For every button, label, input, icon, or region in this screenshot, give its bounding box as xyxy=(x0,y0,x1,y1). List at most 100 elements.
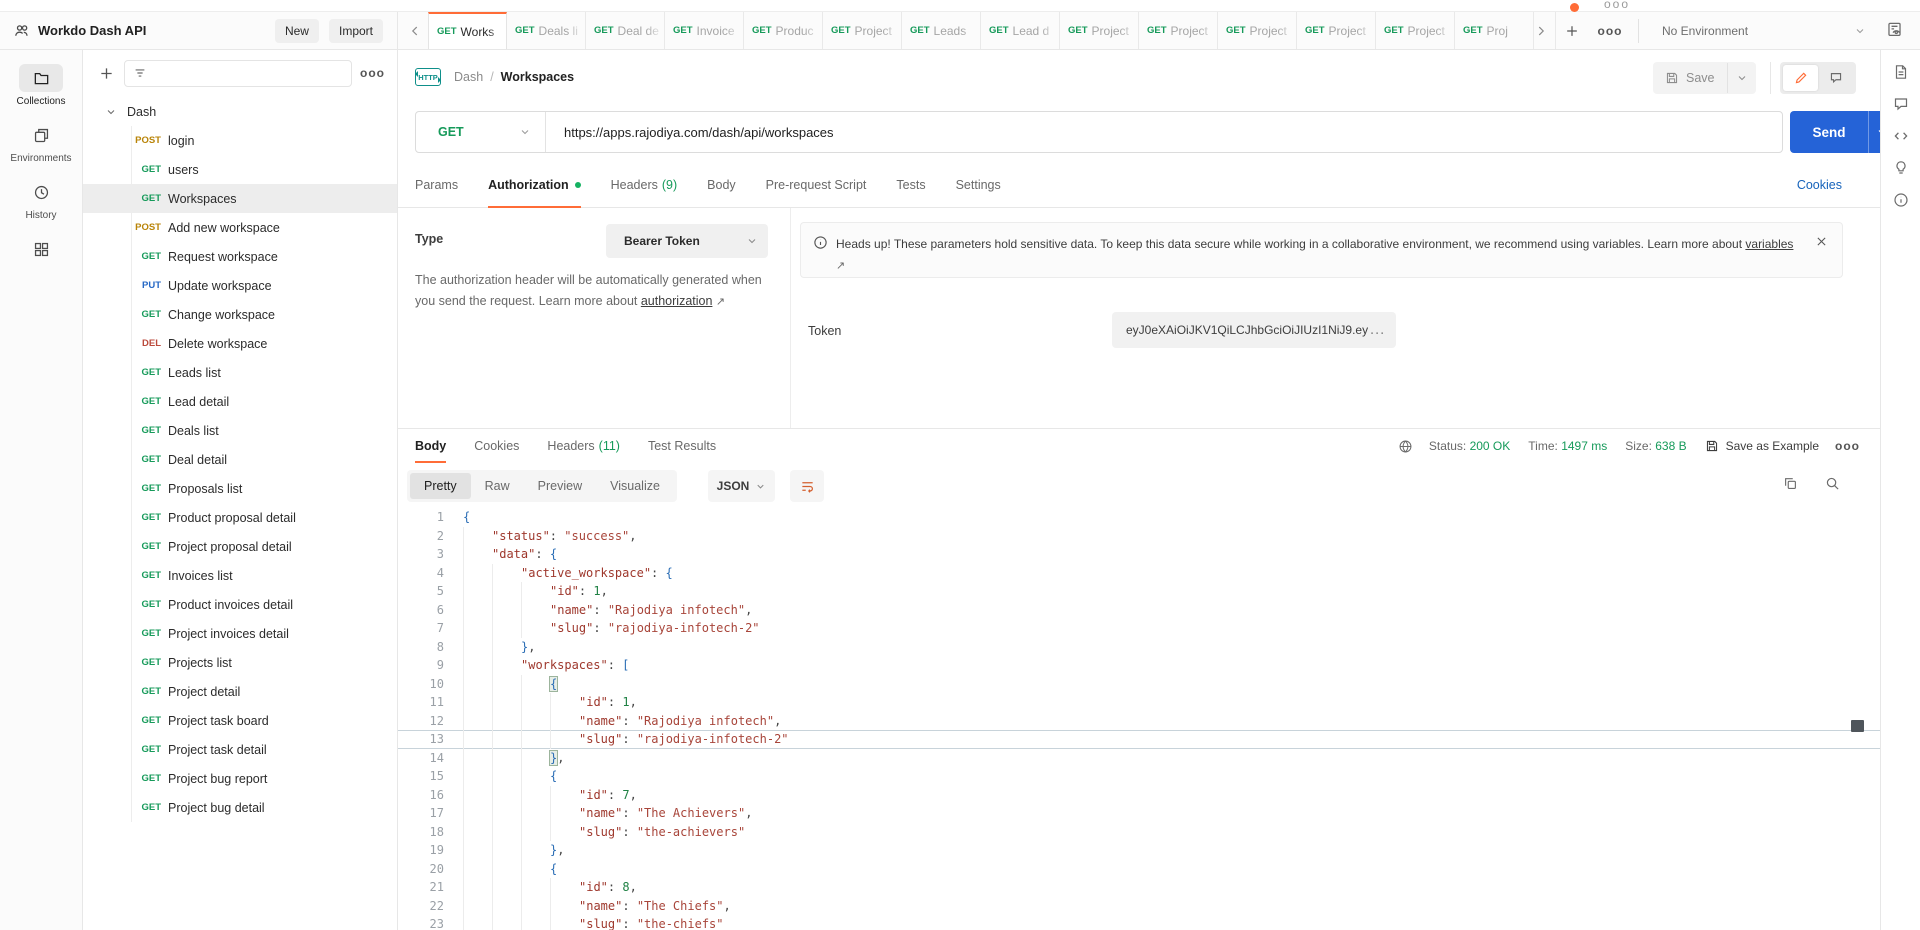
view-mode-pretty[interactable]: Pretty xyxy=(410,473,471,499)
sidebar-request-project-bug-detail[interactable]: GETProject bug detail xyxy=(83,793,397,822)
sidebar-request-update-workspace[interactable]: PUTUpdate workspace xyxy=(83,271,397,300)
view-mode-preview[interactable]: Preview xyxy=(524,473,596,499)
sidebar-request-add-new-workspace[interactable]: POSTAdd new workspace xyxy=(83,213,397,242)
sidebar-request-change-workspace[interactable]: GETChange workspace xyxy=(83,300,397,329)
sidebar-request-project-proposal-detail[interactable]: GETProject proposal detail xyxy=(83,532,397,561)
sidebar-request-project-bug-report[interactable]: GETProject bug report xyxy=(83,764,397,793)
response-tab-body[interactable]: Body xyxy=(415,429,446,463)
open-tab-4[interactable]: GETInvoice xyxy=(665,12,744,49)
comments-button[interactable] xyxy=(1818,65,1853,91)
sidebar-request-leads-list[interactable]: GETLeads list xyxy=(83,358,397,387)
response-tab-headers[interactable]: Headers(11) xyxy=(547,429,620,463)
related-requests-icon[interactable] xyxy=(1893,160,1909,176)
collection-dash[interactable]: Dash xyxy=(83,98,397,126)
view-mode-visualize[interactable]: Visualize xyxy=(596,473,674,499)
request-tab-pre-request-script[interactable]: Pre-request Script xyxy=(766,162,867,207)
cookies-link[interactable]: Cookies xyxy=(1797,178,1842,192)
new-tab-button[interactable] xyxy=(1560,19,1584,43)
open-tab-9[interactable]: GETProject xyxy=(1060,12,1139,49)
variables-link[interactable]: variables xyxy=(1745,237,1793,251)
sidebar-request-project-invoices-detail[interactable]: GETProject invoices detail xyxy=(83,619,397,648)
rail-item-collections[interactable]: Collections xyxy=(0,64,82,107)
copy-response-icon[interactable] xyxy=(1783,476,1798,491)
sidebar-request-deals-list[interactable]: GETDeals list xyxy=(83,416,397,445)
open-tab-8[interactable]: GETLead d xyxy=(981,12,1060,49)
open-tab-12[interactable]: GETProject xyxy=(1297,12,1376,49)
search-response-icon[interactable] xyxy=(1825,476,1840,491)
language-selector[interactable]: JSON xyxy=(708,470,775,502)
line-number: 15 xyxy=(398,767,444,786)
response-tab-cookies[interactable]: Cookies xyxy=(474,429,519,463)
authorization-link[interactable]: authorization xyxy=(641,294,713,308)
save-options-chevron-icon[interactable] xyxy=(1727,63,1756,93)
auth-type-select[interactable]: Bearer Token xyxy=(606,224,768,258)
scrollbar-thumb[interactable] xyxy=(1851,720,1864,732)
save-as-example-button[interactable]: Save as Example xyxy=(1705,439,1819,453)
sidebar-request-project-task-board[interactable]: GETProject task board xyxy=(83,706,397,735)
url-input[interactable]: https://apps.rajodiya.com/dash/api/works… xyxy=(564,125,834,140)
sidebar-request-lead-detail[interactable]: GETLead detail xyxy=(83,387,397,416)
filter-collections-input[interactable] xyxy=(124,60,352,87)
request-tab-authorization[interactable]: Authorization xyxy=(488,162,581,207)
method-selector[interactable]: GET xyxy=(416,112,546,152)
rail-item-history[interactable]: History xyxy=(0,178,82,221)
sidebar-request-product-proposal-detail[interactable]: GETProduct proposal detail xyxy=(83,503,397,532)
sidebar-request-project-detail[interactable]: GETProject detail xyxy=(83,677,397,706)
open-tab-1[interactable]: GETWorks xyxy=(428,12,507,49)
close-banner-icon[interactable] xyxy=(1815,235,1828,277)
token-field[interactable]: eyJ0eXAiOiJKV1QiLCJhbGciOiJIUzI1NiJ9.ey … xyxy=(1112,312,1396,348)
save-button[interactable]: Save xyxy=(1653,62,1756,94)
breadcrumb-collection[interactable]: Dash xyxy=(454,70,483,84)
sidebar-request-delete-workspace[interactable]: DELDelete workspace xyxy=(83,329,397,358)
environment-quick-look-icon[interactable] xyxy=(1886,21,1903,38)
scroll-tabs-right-icon[interactable] xyxy=(1526,12,1556,49)
sidebar-request-login[interactable]: POSTlogin xyxy=(83,126,397,155)
open-tab-10[interactable]: GETProject xyxy=(1139,12,1218,49)
code-snippet-icon[interactable] xyxy=(1893,128,1909,144)
response-body-editor[interactable]: 1{2"status": "success",3"data": {4"activ… xyxy=(398,508,1880,930)
new-button[interactable]: New xyxy=(275,19,319,43)
rail-item-environments[interactable]: Environments xyxy=(0,121,82,164)
open-tab-13[interactable]: GETProject xyxy=(1376,12,1455,49)
environment-selector[interactable]: No Environment xyxy=(1648,12,1872,49)
network-globe-icon[interactable] xyxy=(1398,439,1413,454)
sidebar-request-invoices-list[interactable]: GETInvoices list xyxy=(83,561,397,590)
request-tab-settings[interactable]: Settings xyxy=(956,162,1001,207)
sidebar-request-proposals-list[interactable]: GETProposals list xyxy=(83,474,397,503)
sidebar-request-users[interactable]: GETusers xyxy=(83,155,397,184)
sidebar-request-deal-detail[interactable]: GETDeal detail xyxy=(83,445,397,474)
tab-options-icon[interactable]: ooo xyxy=(1598,19,1622,43)
response-options-icon[interactable]: ooo xyxy=(1835,439,1860,453)
breadcrumb-request[interactable]: Workspaces xyxy=(501,70,574,84)
open-tab-2[interactable]: GETDeals li xyxy=(507,12,586,49)
response-tab-test-results[interactable]: Test Results xyxy=(648,429,716,463)
open-tab-5[interactable]: GETProduc xyxy=(744,12,823,49)
open-tab-6[interactable]: GETProject xyxy=(823,12,902,49)
add-collection-icon[interactable] xyxy=(99,66,114,81)
open-tab-14[interactable]: GETProj xyxy=(1455,12,1534,49)
scroll-tabs-left-icon[interactable] xyxy=(402,12,428,49)
request-tab-headers[interactable]: Headers(9) xyxy=(611,162,678,207)
view-mode-raw[interactable]: Raw xyxy=(471,473,524,499)
request-tab-params[interactable]: Params xyxy=(415,162,458,207)
sidebar-request-project-task-detail[interactable]: GETProject task detail xyxy=(83,735,397,764)
sidebar-request-workspaces[interactable]: GETWorkspaces xyxy=(83,184,397,213)
comments-icon[interactable] xyxy=(1893,96,1909,112)
sidebar-request-product-invoices-detail[interactable]: GETProduct invoices detail xyxy=(83,590,397,619)
response-viewer-toolbar: PrettyRawPreviewVisualize JSON xyxy=(398,464,1880,508)
sidebar-options-icon[interactable]: ooo xyxy=(360,66,385,80)
sidebar-request-request-workspace[interactable]: GETRequest workspace xyxy=(83,242,397,271)
request-tab-body[interactable]: Body xyxy=(707,162,736,207)
edit-request-button[interactable] xyxy=(1783,65,1818,91)
open-tab-3[interactable]: GETDeal de xyxy=(586,12,665,49)
info-icon[interactable] xyxy=(1893,192,1909,208)
send-button[interactable]: Send xyxy=(1790,111,1868,153)
documentation-icon[interactable] xyxy=(1893,64,1909,80)
sidebar-request-projects-list[interactable]: GETProjects list xyxy=(83,648,397,677)
open-tab-7[interactable]: GETLeads xyxy=(902,12,981,49)
rail-item-mock[interactable] xyxy=(0,235,82,263)
wrap-lines-button[interactable] xyxy=(790,470,824,502)
open-tab-11[interactable]: GETProject xyxy=(1218,12,1297,49)
import-button[interactable]: Import xyxy=(329,19,383,43)
request-tab-tests[interactable]: Tests xyxy=(896,162,925,207)
